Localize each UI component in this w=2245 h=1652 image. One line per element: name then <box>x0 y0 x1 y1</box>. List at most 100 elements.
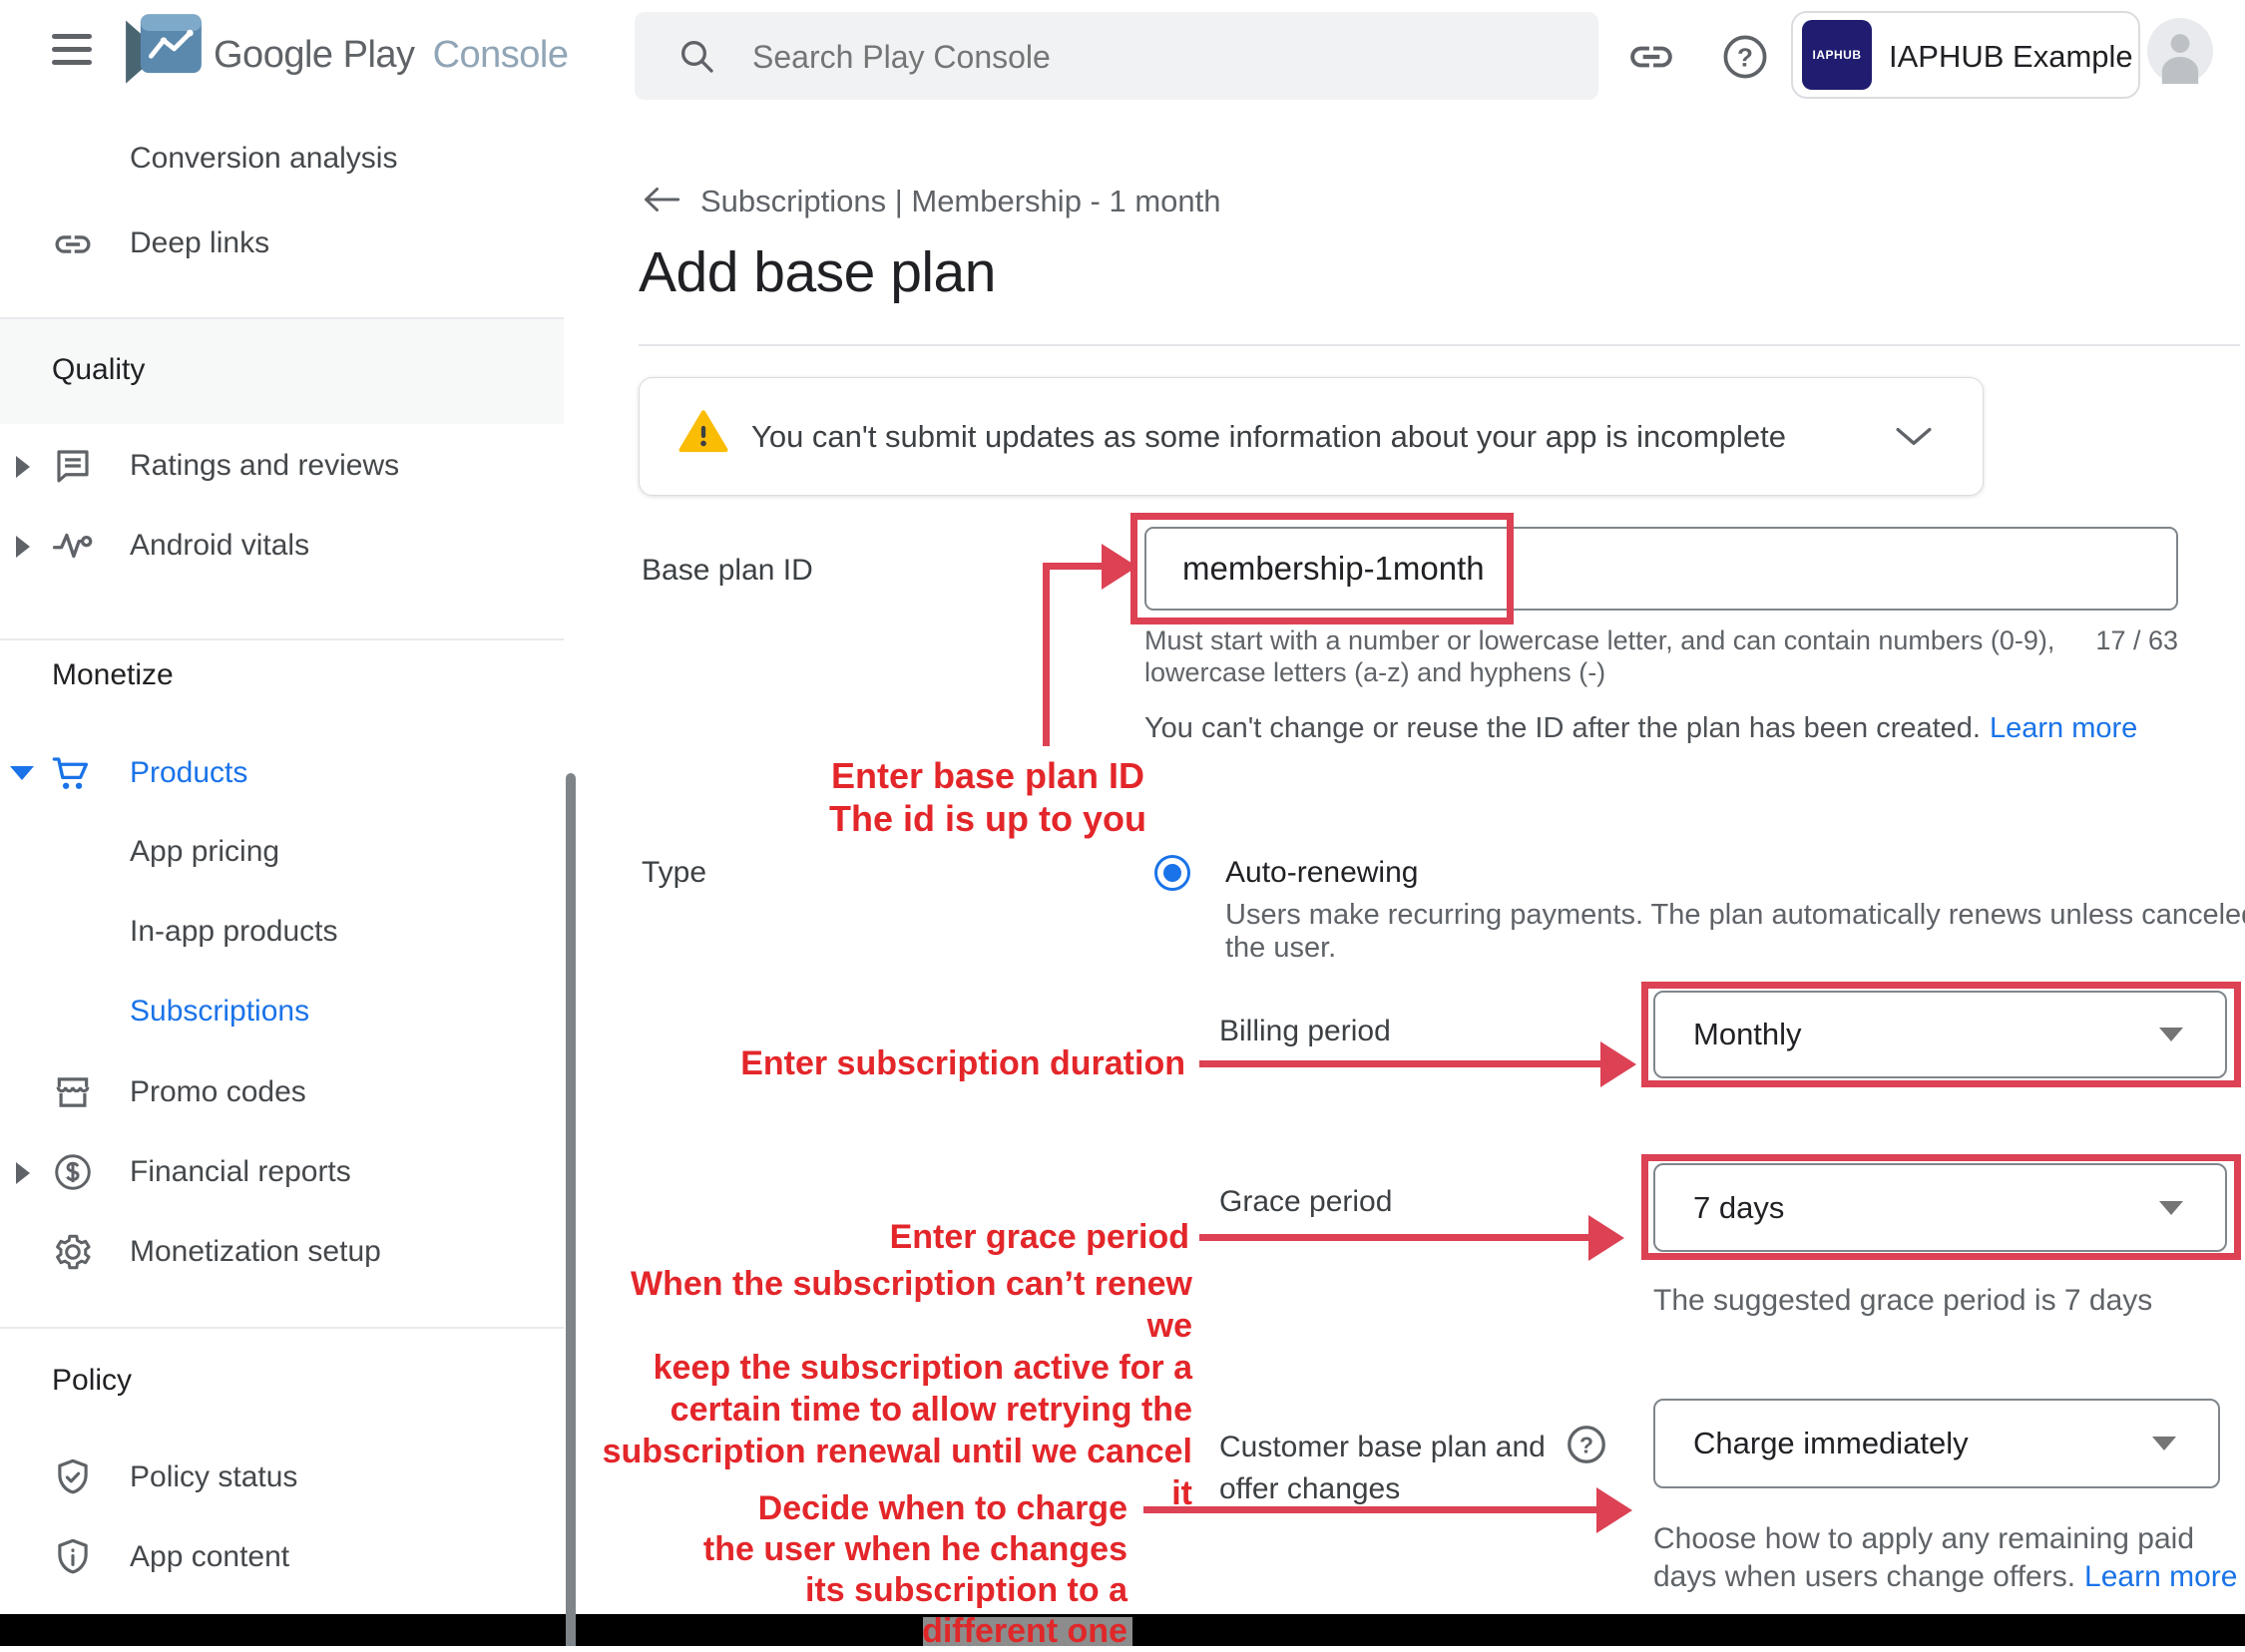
sidebar-section-quality: Quality <box>52 353 145 387</box>
base-plan-helper-line2: lowercase letters (a-z) and hyphens (-) <box>1144 657 1605 688</box>
auto-renewing-label[interactable]: Auto-renewing <box>1225 856 1418 890</box>
sidebar-item-financial-reports[interactable]: Financial reports <box>0 1149 559 1197</box>
search-input[interactable] <box>750 12 1553 102</box>
chevron-right-icon[interactable] <box>16 1162 30 1184</box>
search-icon <box>676 36 716 81</box>
annotation-arrowhead <box>1600 1041 1636 1087</box>
reviews-icon <box>52 445 94 487</box>
sidebar-divider <box>0 1327 564 1329</box>
sidebar-item-conversion-analysis[interactable]: Conversion analysis <box>130 142 397 176</box>
learn-more-link[interactable]: Learn more <box>2084 1560 2237 1593</box>
annotation-enter-base-plan-id: Enter base plan ID The id is up to you <box>788 754 1187 840</box>
learn-more-link[interactable]: Learn more <box>1990 712 2137 744</box>
link-icon <box>52 223 94 265</box>
sidebar-item-monetization-setup[interactable]: Monetization setup <box>0 1229 559 1277</box>
sidebar-item-label: Promo codes <box>130 1075 306 1109</box>
auto-renewing-radio[interactable] <box>1154 855 1190 891</box>
sidebar-item-label: Ratings and reviews <box>130 449 399 483</box>
annotation-arrowhead <box>1102 544 1137 590</box>
gear-icon <box>52 1231 94 1273</box>
sidebar-item-policy-status[interactable]: Policy status <box>0 1454 559 1502</box>
sidebar-item-label: Deep links <box>130 226 269 260</box>
sidebar-item-promo-codes[interactable]: Promo codes <box>0 1069 559 1117</box>
grace-period-label: Grace period <box>1219 1185 1392 1219</box>
annotation-line: When the subscription can’t renew we <box>594 1263 1192 1347</box>
svg-text:?: ? <box>1737 43 1753 73</box>
sidebar-item-in-app-products[interactable]: In-app products <box>130 915 337 949</box>
sidebar-divider <box>0 638 564 640</box>
billing-period-label: Billing period <box>1219 1015 1391 1048</box>
svg-text:?: ? <box>1579 1432 1593 1457</box>
customer-changes-select[interactable]: Charge immediately <box>1653 1399 2220 1488</box>
annotation-line: the user when he changes <box>629 1529 1127 1570</box>
page-title: Add base plan <box>639 239 996 305</box>
annotation-line: Enter base plan ID <box>788 754 1187 797</box>
annotation-arrow-line <box>1199 1234 1590 1241</box>
account-name: IAPHUB Example <box>1889 39 2133 75</box>
warning-text: You can't submit updates as some informa… <box>751 419 1786 455</box>
search-bar[interactable] <box>635 12 1598 100</box>
sidebar-item-deep-links[interactable]: Deep links <box>0 221 559 267</box>
account-chip[interactable]: IAPHUB IAPHUB Example <box>1791 11 2140 99</box>
annotation-grace-explanation: When the subscription can’t renew we kee… <box>594 1263 1192 1514</box>
annotation-arrow-line <box>1199 1060 1602 1067</box>
note-text: You can't change or reuse the ID after t… <box>1144 712 1981 744</box>
app-logo-title: Google Play Console <box>214 34 569 77</box>
sidebar-item-label: Monetization setup <box>130 1235 381 1269</box>
link-icon[interactable] <box>1626 32 1676 87</box>
annotation-enter-subscription-duration: Enter subscription duration <box>686 1042 1185 1085</box>
annotation-line: certain time to allow retrying the <box>594 1389 1192 1431</box>
annotation-highlight-grace <box>1641 1154 2241 1260</box>
sidebar-item-subscriptions[interactable]: Subscriptions <box>130 995 309 1029</box>
sidebar-section-monetize: Monetize <box>52 658 174 692</box>
help-icon[interactable]: ? <box>1720 32 1770 87</box>
base-plan-id-label: Base plan ID <box>642 554 813 588</box>
sidebar-item-app-pricing[interactable]: App pricing <box>130 835 279 869</box>
customer-changes-helper-line1: Choose how to apply any remaining paid <box>1653 1522 2194 1556</box>
sidebar-item-android-vitals[interactable]: Android vitals <box>0 523 559 571</box>
warning-banner[interactable]: You can't submit updates as some informa… <box>639 377 1984 496</box>
customer-changes-helper-line2: days when users change offers. Learn more <box>1653 1560 2237 1594</box>
sidebar-item-label: Android vitals <box>130 529 309 563</box>
help-circle-icon[interactable]: ? <box>1565 1423 1608 1471</box>
logo-text-google-play: Google Play <box>214 34 415 76</box>
logo-text-console: Console <box>433 34 569 76</box>
chevron-right-icon[interactable] <box>16 456 30 478</box>
sidebar-item-ratings-and-reviews[interactable]: Ratings and reviews <box>0 443 559 491</box>
sidebar-item-label: Policy status <box>130 1460 297 1494</box>
dropdown-caret-icon <box>2152 1437 2176 1450</box>
sidebar-item-label: Products <box>130 756 247 790</box>
auto-renewing-desc-line2: the user. <box>1225 932 1336 965</box>
sidebar-item-label: Financial reports <box>130 1155 351 1189</box>
play-console-logo-icon <box>124 12 204 93</box>
helper-text: days when users change offers. <box>1653 1560 2075 1593</box>
warning-icon <box>675 406 731 463</box>
annotation-arrowhead <box>1596 1487 1632 1533</box>
hamburger-menu[interactable] <box>52 34 94 72</box>
annotation-highlight-base-plan-id <box>1130 513 1514 624</box>
annotation-enter-grace-period: Enter grace period <box>690 1216 1189 1259</box>
back-arrow-icon[interactable] <box>642 184 681 220</box>
customer-changes-value: Charge immediately <box>1693 1426 1969 1461</box>
base-plan-helper-line1: Must start with a number or lowercase le… <box>1144 625 2054 656</box>
annotation-line: Decide when to charge <box>629 1488 1127 1529</box>
annotation-line: keep the subscription active for a <box>594 1347 1192 1389</box>
sidebar-item-products[interactable]: Products <box>0 750 559 798</box>
badge-label: IAPHUB <box>1812 48 1861 62</box>
grace-period-helper: The suggested grace period is 7 days <box>1653 1284 2152 1318</box>
chevron-down-icon[interactable] <box>1895 426 1933 453</box>
avatar[interactable] <box>2147 18 2213 89</box>
shield-check-icon <box>52 1456 94 1498</box>
vertical-scrollbar[interactable] <box>566 773 576 1646</box>
chevron-down-icon[interactable] <box>10 766 34 780</box>
radio-dot <box>1163 864 1181 882</box>
customer-changes-label: Customer base plan and offer changes <box>1219 1427 1549 1510</box>
vitals-icon <box>52 525 94 567</box>
breadcrumb[interactable]: Subscriptions | Membership - 1 month <box>700 184 1221 219</box>
chevron-right-icon[interactable] <box>16 536 30 558</box>
type-label: Type <box>642 856 706 890</box>
auto-renewing-desc-line1: Users make recurring payments. The plan … <box>1225 899 2245 932</box>
sidebar-item-app-content[interactable]: App content <box>0 1534 559 1582</box>
annotation-arrow-line <box>1043 563 1105 570</box>
annotation-highlight-billing <box>1641 982 2241 1087</box>
